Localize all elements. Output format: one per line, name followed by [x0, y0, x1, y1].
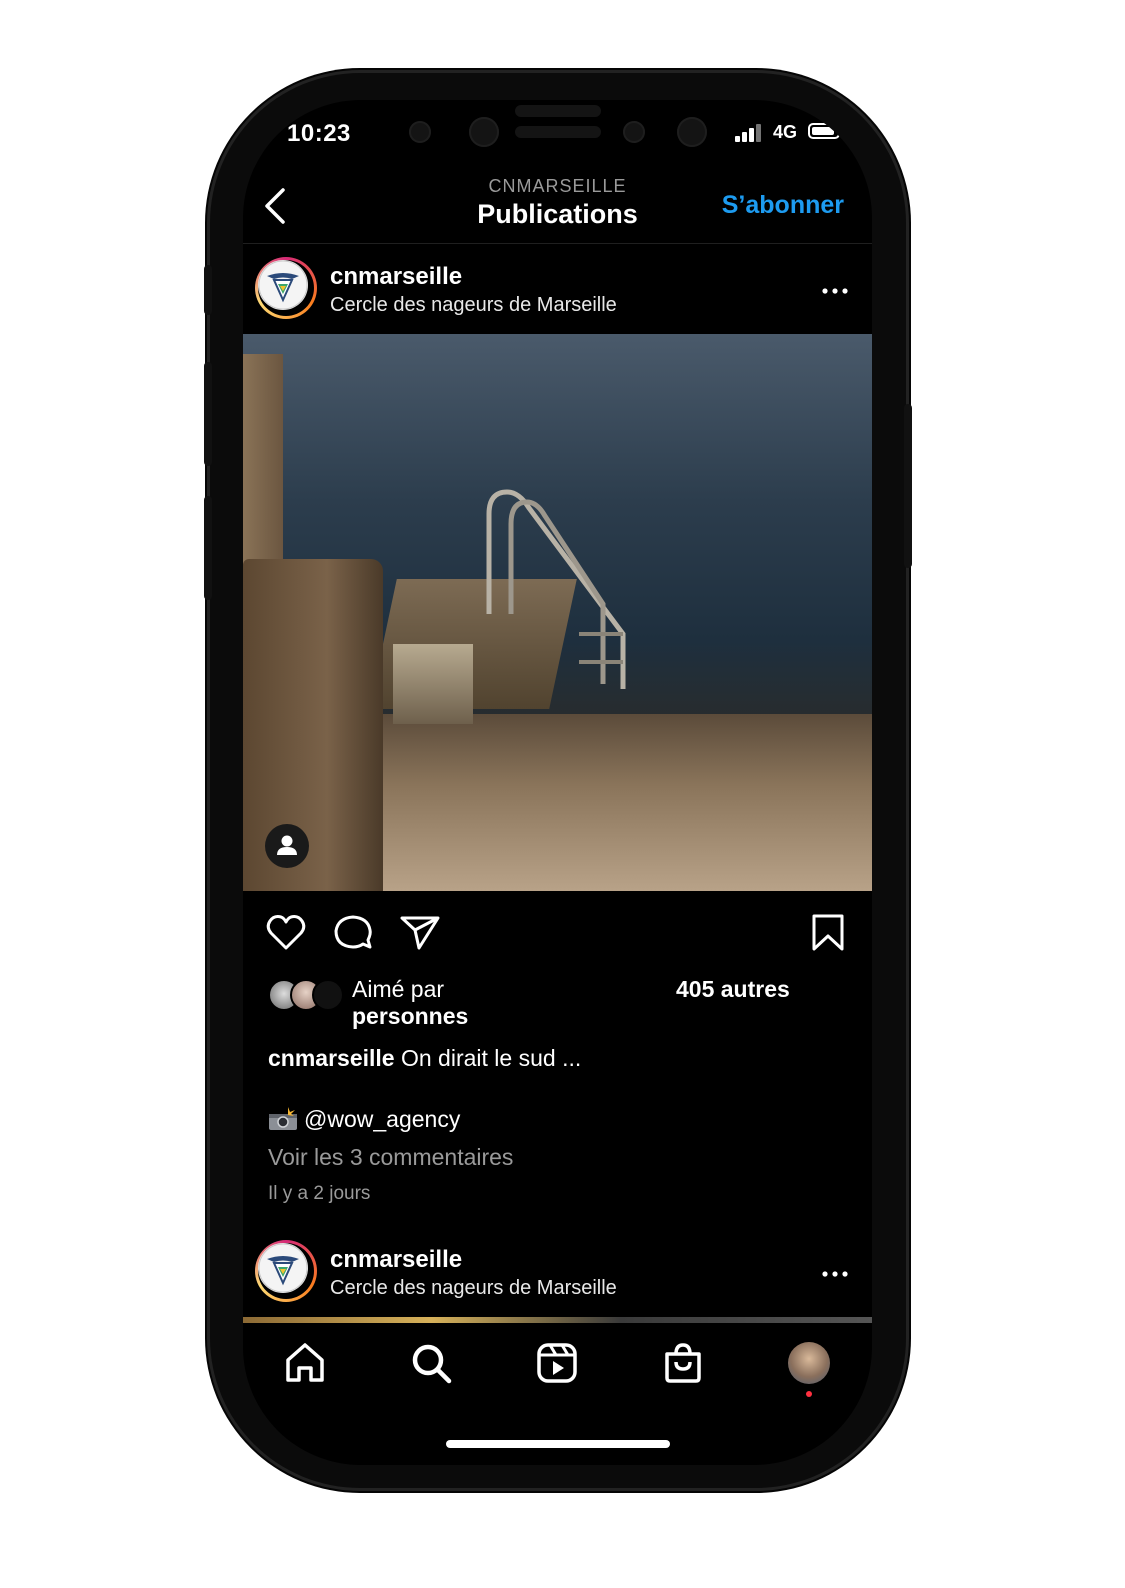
camera-flash-icon — [268, 1107, 298, 1131]
post-image[interactable] — [243, 334, 872, 891]
post-credit: @wow_agency — [268, 1106, 460, 1133]
next-post-username[interactable]: cnmarseille — [330, 1246, 462, 1274]
app-screen: 10:23 4G CNMARSEILLE Publications S’abon… — [243, 100, 872, 1465]
liked-by-people[interactable]: personnes — [352, 1003, 468, 1030]
face-id-icon — [677, 117, 707, 147]
mute-switch — [204, 265, 212, 315]
next-post-options-button[interactable] — [822, 1255, 848, 1286]
credit-mention[interactable]: @wow_agency — [304, 1106, 460, 1132]
signal-icon — [735, 124, 765, 142]
tagged-people-button[interactable] — [265, 824, 309, 868]
post-location[interactable]: Cercle des nageurs de Marseille — [330, 294, 617, 317]
share-button[interactable] — [398, 910, 442, 954]
header-divider — [243, 243, 872, 244]
shop-icon — [665, 1343, 701, 1383]
liker-avatar — [312, 979, 344, 1011]
post-username[interactable]: cnmarseille — [330, 263, 462, 291]
comment-button[interactable] — [331, 910, 375, 954]
camera-lens-icon — [469, 117, 499, 147]
view-comments-link[interactable]: Voir les 3 commentaires — [268, 1144, 513, 1171]
volume-up-button — [204, 362, 212, 466]
home-icon — [286, 1343, 324, 1382]
send-icon — [400, 916, 440, 950]
nav-shop-button[interactable] — [660, 1340, 706, 1386]
follow-button[interactable]: S’abonner — [722, 191, 844, 220]
save-button[interactable] — [806, 910, 850, 954]
volume-down-button — [204, 496, 212, 600]
sensor-dot-icon — [623, 121, 645, 143]
pool-ladder-image — [486, 489, 626, 689]
reels-icon — [537, 1343, 577, 1383]
nav-search-button[interactable] — [408, 1340, 454, 1386]
like-button[interactable] — [264, 910, 308, 954]
bookmark-icon — [812, 914, 844, 951]
home-indicator[interactable] — [446, 1440, 670, 1448]
post-caption: cnmarseille On dirait le sud ... — [268, 1045, 581, 1072]
next-post-image[interactable] — [243, 1317, 872, 1323]
user-icon — [277, 835, 297, 855]
caption-text: On dirait le sud ... — [400, 1045, 582, 1071]
liked-by-others[interactable]: 405 autres — [676, 976, 790, 1003]
network-label: 4G — [773, 122, 798, 142]
heart-icon — [266, 915, 306, 950]
power-button — [904, 404, 912, 568]
caption-username[interactable]: cnmarseille — [268, 1045, 395, 1071]
comment-icon — [334, 915, 372, 949]
nav-profile-avatar[interactable] — [788, 1342, 830, 1384]
liked-by-prefix: Aimé par — [352, 976, 445, 1002]
nav-reels-button[interactable] — [534, 1340, 580, 1386]
club-logo-icon — [258, 260, 308, 310]
status-time: 10:23 — [287, 120, 351, 147]
battery-icon — [808, 123, 844, 139]
notification-dot — [806, 1391, 812, 1397]
nav-home-button[interactable] — [282, 1340, 328, 1386]
next-post-location[interactable]: Cercle des nageurs de Marseille — [330, 1277, 617, 1300]
sensor-strip — [515, 126, 601, 138]
earpiece-speaker — [515, 105, 601, 117]
post-avatar[interactable] — [255, 257, 317, 319]
post-time: Il y a 2 jours — [268, 1183, 371, 1204]
camera-dot-icon — [409, 121, 431, 143]
post-options-button[interactable] — [822, 272, 848, 303]
more-icon — [822, 1271, 848, 1277]
club-logo-icon — [258, 1243, 308, 1293]
liked-by-avatars[interactable] — [268, 979, 346, 1011]
next-post-avatar[interactable] — [255, 1240, 317, 1302]
more-icon — [822, 288, 848, 294]
search-icon — [412, 1344, 452, 1384]
